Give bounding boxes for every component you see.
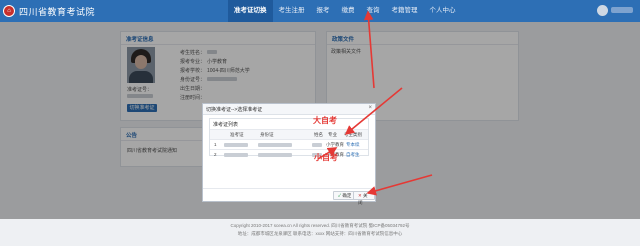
site-title: 四川省教育考试院 xyxy=(19,6,96,17)
col-header-idcard: 身份证 xyxy=(260,132,274,137)
nav-item-payment[interactable]: 缴费 xyxy=(336,0,361,22)
col-header-name: 姓名 xyxy=(314,132,323,137)
ticket-list-title: 准考证列表 xyxy=(213,122,239,128)
table-row[interactable]: 1 小学教育 专本续 xyxy=(210,139,368,149)
table-row[interactable]: 2 小学教育 自考生 xyxy=(210,149,368,159)
nav-item-switch-ticket[interactable]: 准考证切换 xyxy=(228,0,273,22)
col-header-major: 专业 xyxy=(328,132,337,137)
dialog-footer: ✓ 确定 ✕ 关闭 xyxy=(203,188,375,205)
site-logo[interactable]: ⌂ 四川省教育考试院 xyxy=(3,4,95,18)
row-ticket-masked xyxy=(224,152,248,157)
ticket-list-box: 准考证列表 准考证 身份证 姓名 专业 考生类别 1 小学教育 专本续 2 小学… xyxy=(209,118,369,159)
cancel-button[interactable]: ✕ 关闭 xyxy=(353,191,375,205)
row-major: 小学教育 xyxy=(326,142,344,147)
row-ticket-masked xyxy=(224,142,248,147)
col-header-category: 考生类别 xyxy=(344,132,362,137)
top-navigation-bar: ⌂ 四川省教育考试院 准考证切换 考生注册 报考 缴费 查询 考籍管理 个人中心 xyxy=(0,0,640,22)
switch-ticket-dialog: 切换准考证-->选择准考证 × 准考证列表 准考证 身份证 姓名 专业 考生类别… xyxy=(202,103,376,205)
check-icon: ✓ xyxy=(338,193,342,198)
row-name-masked xyxy=(312,142,322,147)
footer-address: 地址：成都市城区龙泉驿区 联系电话：xxxx 网站支持：四川省教育考试院信息中心 xyxy=(237,231,403,236)
nav-item-query[interactable]: 查询 xyxy=(361,0,386,22)
row-category-link[interactable]: 自考生 xyxy=(346,152,360,158)
nav-item-records[interactable]: 考籍管理 xyxy=(386,0,424,22)
row-idcard-masked xyxy=(258,142,292,147)
col-header-ticket: 准考证 xyxy=(230,132,244,137)
user-avatar[interactable] xyxy=(597,5,608,16)
annotation-big-self-exam: 大自考 xyxy=(313,116,337,125)
row-index: 2 xyxy=(214,152,217,157)
nav-item-apply[interactable]: 报考 xyxy=(311,0,336,22)
user-name-masked[interactable] xyxy=(611,7,633,13)
nav-item-register[interactable]: 考生注册 xyxy=(273,0,311,22)
dialog-header: 切换准考证-->选择准考证 × xyxy=(203,104,375,115)
row-idcard-masked xyxy=(258,152,292,157)
confirm-label: 确定 xyxy=(342,193,352,198)
table-header-row: 准考证 身份证 姓名 专业 考生类别 xyxy=(210,129,368,139)
row-index: 1 xyxy=(214,142,217,147)
close-small-icon: ✕ xyxy=(358,193,362,198)
logo-emblem-icon: ⌂ xyxy=(3,5,15,17)
main-nav: 准考证切换 考生注册 报考 缴费 查询 考籍管理 个人中心 xyxy=(228,0,462,22)
nav-item-personal[interactable]: 个人中心 xyxy=(424,0,462,22)
close-icon[interactable]: × xyxy=(368,105,372,111)
dialog-title: 切换准考证-->选择准考证 xyxy=(206,107,263,113)
annotation-small-self-exam: 小自考 xyxy=(314,153,338,162)
row-category-link[interactable]: 专本续 xyxy=(346,142,360,148)
footer-copyright: Copyright 2010-2017 sceea.cn All rights … xyxy=(230,223,410,228)
ticket-table: 准考证 身份证 姓名 专业 考生类别 1 小学教育 专本续 2 小学教育 自考生 xyxy=(210,129,368,159)
